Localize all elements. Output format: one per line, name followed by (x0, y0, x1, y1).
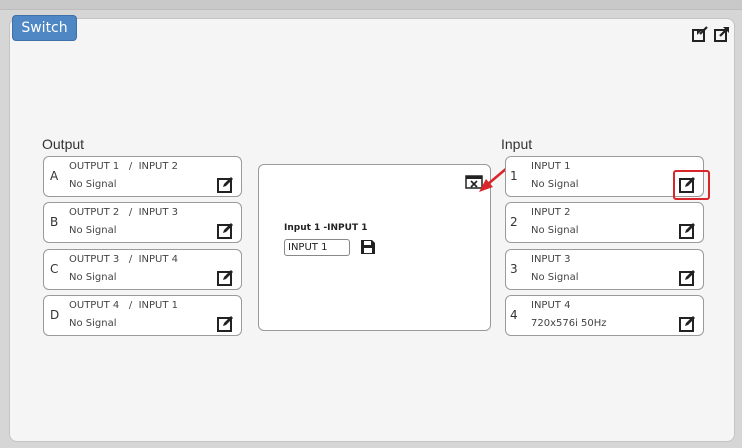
input-name: INPUT 2 (531, 207, 571, 218)
output-status: No Signal (69, 272, 117, 283)
output-route: OUTPUT 4 / INPUT 1 (69, 300, 178, 311)
save-icon[interactable] (360, 239, 376, 255)
output-card-a[interactable]: A OUTPUT 1 / INPUT 2 No Signal (43, 156, 242, 197)
edit-icon[interactable] (679, 315, 696, 332)
output-card-c[interactable]: C OUTPUT 3 / INPUT 4 No Signal (43, 249, 242, 290)
output-name: OUTPUT 3 (69, 254, 120, 265)
routed-input: INPUT 2 (138, 161, 179, 172)
input-name-editor: Input 1 -INPUT 1 (258, 164, 491, 331)
output-route: OUTPUT 3 / INPUT 4 (69, 254, 178, 265)
output-status: No Signal (69, 318, 117, 329)
output-card-b[interactable]: B OUTPUT 2 / INPUT 3 No Signal (43, 202, 242, 243)
input-name-field[interactable] (284, 239, 350, 256)
edit-highlight-box (673, 170, 710, 200)
input-status: No Signal (531, 225, 579, 236)
output-route: OUTPUT 1 / INPUT 2 (69, 161, 178, 172)
top-bar (0, 0, 742, 10)
output-letter: A (50, 169, 59, 183)
output-name: OUTPUT 4 (69, 300, 120, 311)
output-card-d[interactable]: D OUTPUT 4 / INPUT 1 No Signal (43, 295, 242, 336)
routed-input: INPUT 3 (138, 207, 179, 218)
import-icon[interactable] (692, 26, 708, 42)
edit-icon[interactable] (679, 222, 696, 239)
route-separator: / (128, 254, 133, 265)
routed-input: INPUT 4 (138, 254, 179, 265)
editor-title: Input 1 -INPUT 1 (284, 223, 368, 233)
input-section-label: Input (501, 136, 533, 152)
route-separator: / (128, 207, 133, 218)
input-status: 720x576i 50Hz (531, 318, 607, 329)
edit-icon[interactable] (217, 269, 234, 286)
output-status: No Signal (69, 179, 117, 190)
output-letter: D (50, 308, 60, 322)
input-number: 2 (510, 215, 518, 229)
input-name: INPUT 1 (531, 161, 571, 172)
routed-input: INPUT 1 (138, 300, 179, 311)
output-name: OUTPUT 1 (69, 161, 120, 172)
input-status: No Signal (531, 272, 579, 283)
input-name: INPUT 3 (531, 254, 571, 265)
output-route: OUTPUT 2 / INPUT 3 (69, 207, 178, 218)
output-status: No Signal (69, 225, 117, 236)
input-card-2[interactable]: 2 INPUT 2 No Signal (505, 202, 704, 243)
edit-icon[interactable] (217, 222, 234, 239)
input-number: 1 (510, 169, 518, 183)
route-separator: / (128, 161, 133, 172)
edit-icon[interactable] (679, 269, 696, 286)
input-name: INPUT 4 (531, 300, 571, 311)
route-separator: / (128, 300, 133, 311)
output-letter: C (50, 262, 59, 276)
switch-tab[interactable]: Switch (12, 15, 77, 41)
export-icon[interactable] (714, 26, 730, 42)
output-section-label: Output (42, 136, 85, 152)
input-card-3[interactable]: 3 INPUT 3 No Signal (505, 249, 704, 290)
panel-actions (692, 26, 730, 42)
input-status: No Signal (531, 179, 579, 190)
output-name: OUTPUT 2 (69, 207, 120, 218)
input-number: 3 (510, 262, 518, 276)
input-number: 4 (510, 308, 518, 322)
edit-icon[interactable] (217, 315, 234, 332)
output-letter: B (50, 215, 59, 229)
edit-icon[interactable] (217, 176, 234, 193)
input-card-4[interactable]: 4 INPUT 4 720x576i 50Hz (505, 295, 704, 336)
